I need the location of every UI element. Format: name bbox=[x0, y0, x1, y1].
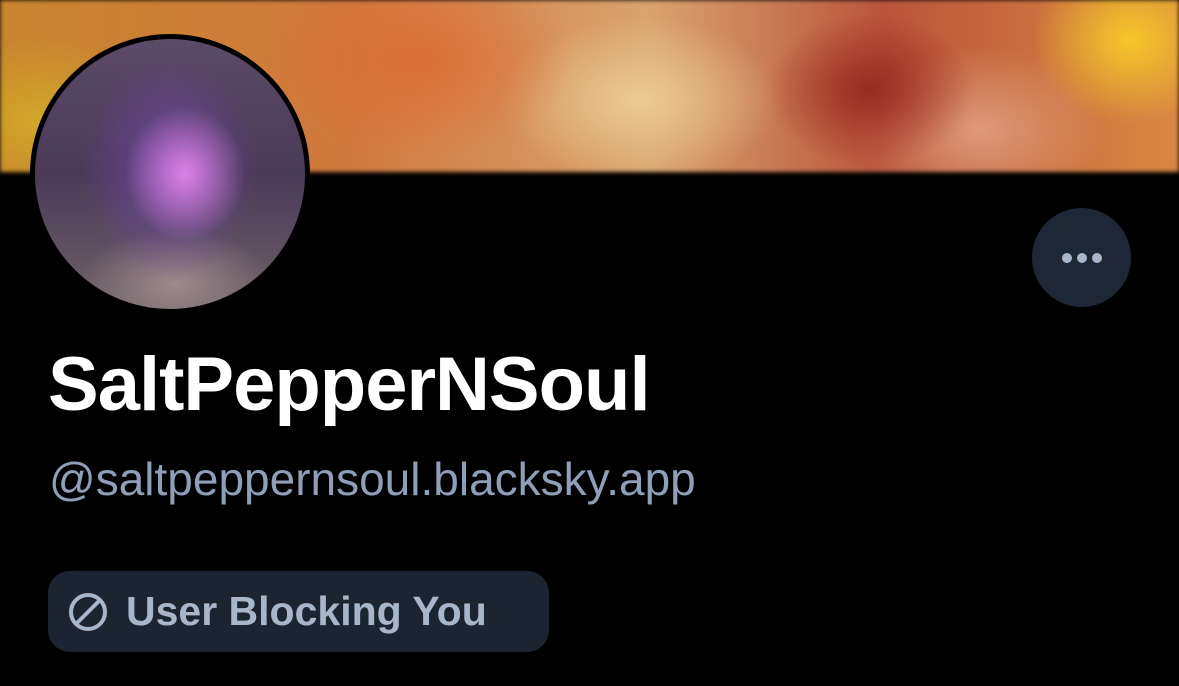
display-name: SaltPepperNSoul bbox=[48, 342, 651, 427]
blocking-status-badge[interactable]: User Blocking You bbox=[48, 571, 549, 652]
profile-header: SaltPepperNSoul @saltpeppernsoul.blacksk… bbox=[0, 0, 1179, 686]
blocking-status-label: User Blocking You bbox=[126, 588, 487, 634]
block-circle-slash-icon bbox=[67, 591, 109, 633]
avatar[interactable] bbox=[30, 34, 310, 314]
user-handle: @saltpeppernsoul.blacksky.app bbox=[49, 453, 696, 505]
ellipsis-horizontal-icon bbox=[1061, 252, 1103, 264]
more-options-button[interactable] bbox=[1032, 208, 1131, 307]
